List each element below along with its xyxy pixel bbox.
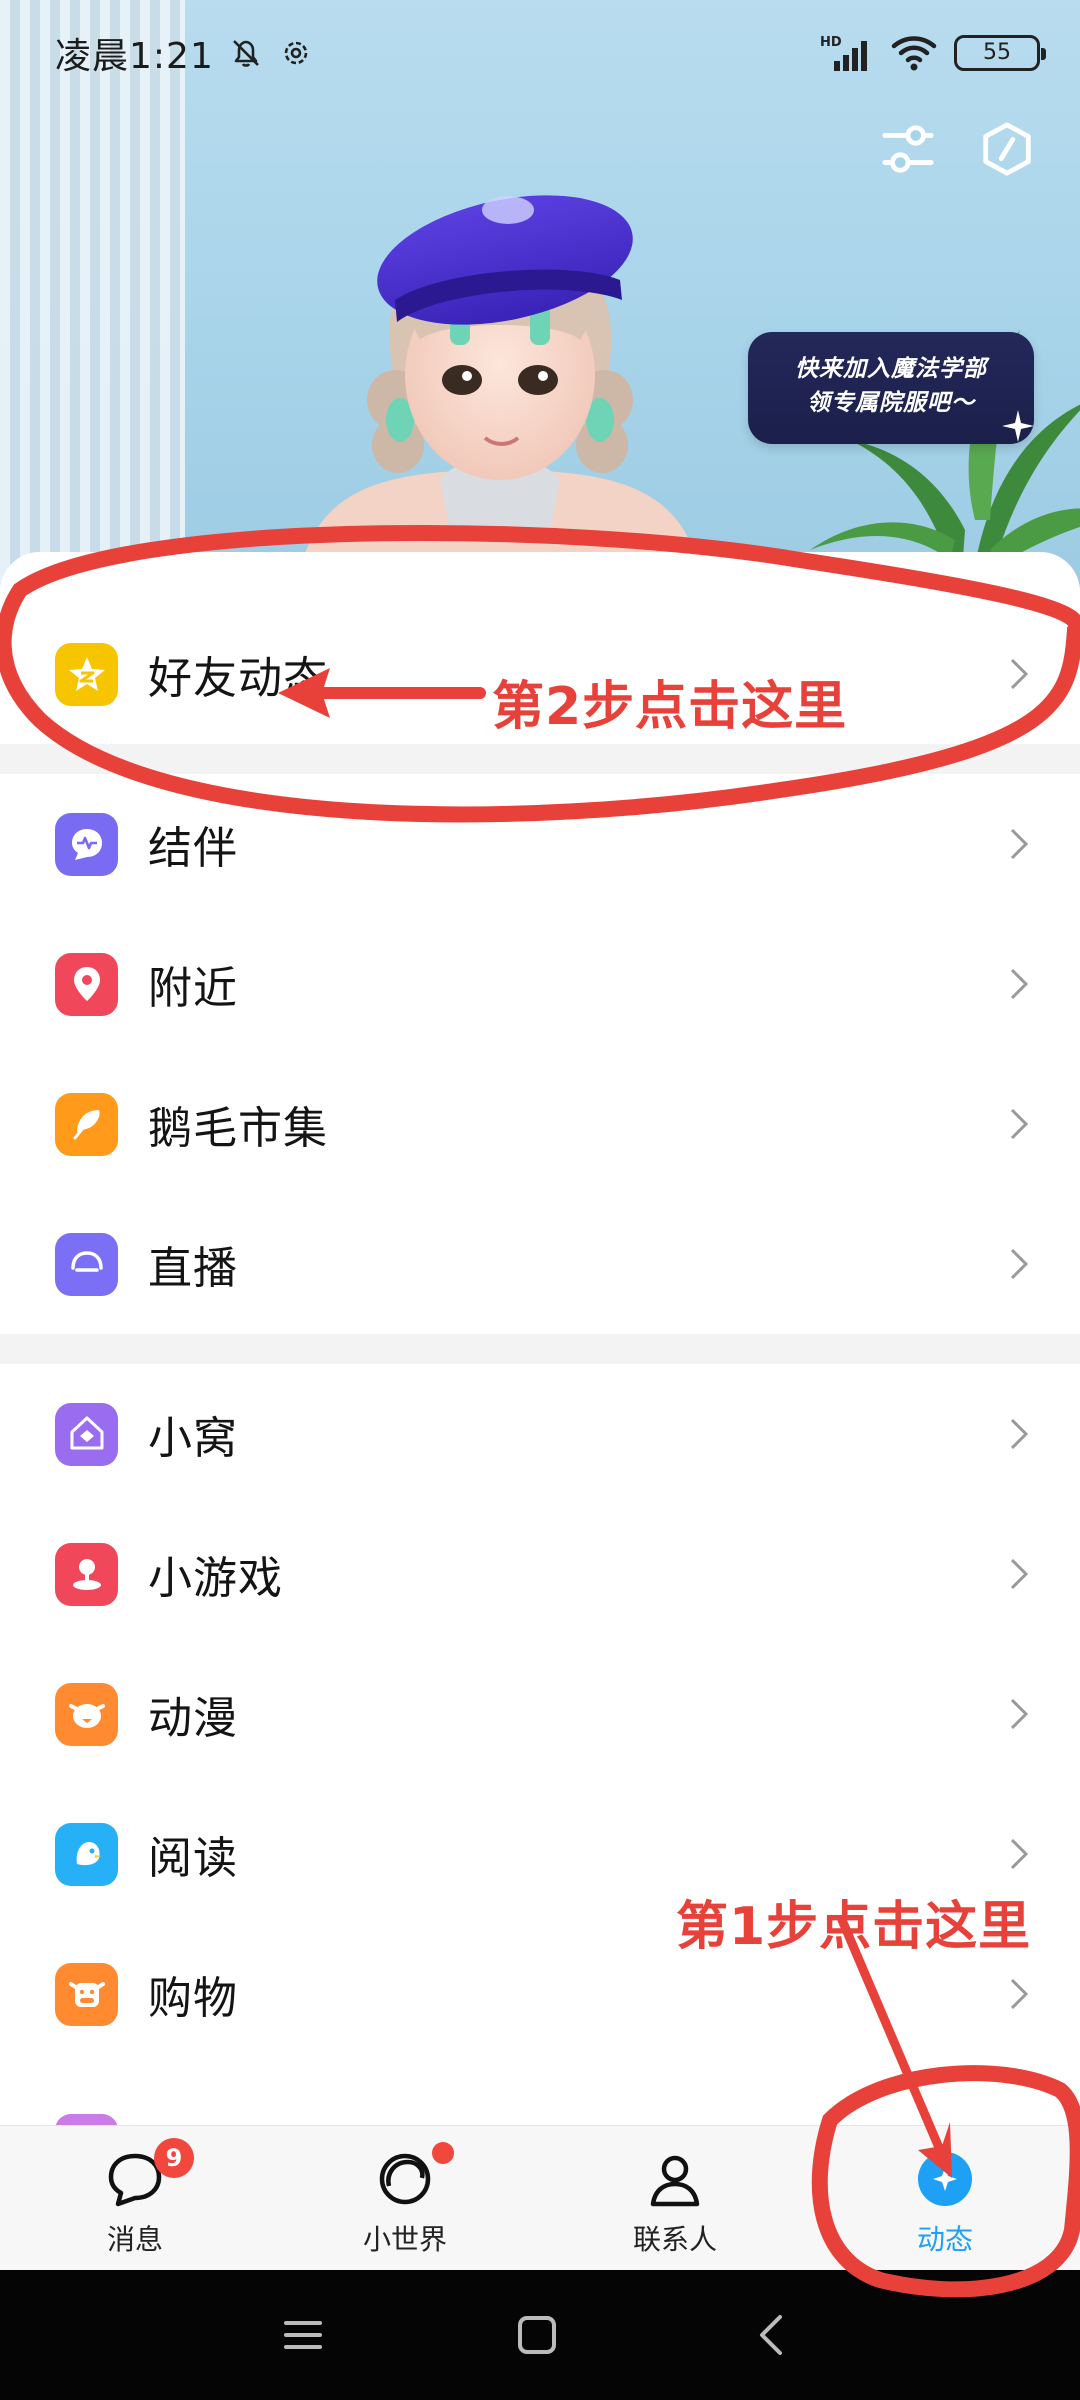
- menu-label: 小窝: [148, 1413, 238, 1464]
- nav-label: 消息: [106, 2223, 163, 2256]
- menu-row-market[interactable]: 鹅毛市集: [0, 1054, 1080, 1194]
- sliders-icon[interactable]: [877, 118, 939, 180]
- promo-line2: 领专属院服吧～: [807, 390, 975, 416]
- location-pin-icon: [55, 952, 118, 1016]
- menu-label: 购物: [148, 1973, 238, 2024]
- status-bar: 凌晨1:21 HD 55: [0, 0, 1080, 105]
- nav-label: 联系人: [632, 2223, 717, 2256]
- menu-row-nest[interactable]: 小窝: [0, 1364, 1080, 1504]
- chevron-right-icon: [1010, 1248, 1029, 1280]
- svg-text:HD: HD: [820, 35, 842, 50]
- chevron-right-icon: [1010, 1838, 1029, 1870]
- menu-row-anime[interactable]: 动漫: [0, 1644, 1080, 1784]
- promo-bubble[interactable]: 快来加入魔法学部 领专属院服吧～: [748, 332, 1034, 444]
- home-square-icon[interactable]: [512, 2310, 562, 2360]
- chevron-right-icon: [1010, 968, 1029, 1000]
- sparkle-icon: [1002, 410, 1034, 442]
- gear-icon: [284, 41, 308, 64]
- menu-label: 好友动态: [148, 653, 328, 704]
- menu-label: 阅读: [148, 1833, 238, 1884]
- reading-bird-icon: [55, 1822, 118, 1886]
- message-bubble-icon: 9: [104, 2138, 194, 2210]
- chevron-right-icon: [1010, 1978, 1029, 2010]
- annotation-step2-text: 第2步点击这里: [492, 677, 848, 737]
- pulse-chat-icon: [55, 812, 118, 876]
- bell-off-icon: [232, 39, 259, 67]
- signal-icon: HD: [820, 35, 867, 71]
- cow-face-icon: [55, 1962, 118, 2026]
- menu-label: 鹅毛市集: [148, 1103, 328, 1154]
- menu-row-minigame[interactable]: 小游戏: [0, 1504, 1080, 1644]
- feather-icon: [55, 1092, 118, 1156]
- star-circle-icon: [914, 2148, 976, 2210]
- menu-label: 结伴: [148, 823, 238, 874]
- live-dome-icon: [55, 1232, 118, 1296]
- new-dot: [432, 2142, 454, 2164]
- menu-label: 小游戏: [148, 1553, 283, 1604]
- menu-label: 动漫: [148, 1693, 238, 1744]
- status-time: 凌晨1:21: [55, 35, 214, 77]
- menu-row-live[interactable]: 直播: [0, 1194, 1080, 1334]
- avatar-character[interactable]: [300, 150, 700, 570]
- back-arrow-icon[interactable]: [748, 2310, 798, 2360]
- wifi-icon: [891, 35, 937, 70]
- menu-lines-icon[interactable]: [278, 2310, 328, 2360]
- home-cube-icon: [55, 1402, 118, 1466]
- menu-label: 直播: [148, 1243, 238, 1294]
- hero-banner[interactable]: 凌晨1:21 HD 55 快来加入魔法学部 领专属院服吧～: [0, 0, 1080, 600]
- nav-label: 动态: [916, 2223, 973, 2256]
- nav-small-world[interactable]: 小世界: [305, 2126, 505, 2271]
- chevron-right-icon: [1010, 1558, 1029, 1590]
- cartoon-face-icon: [55, 1682, 118, 1746]
- system-nav-bar: [0, 2270, 1080, 2400]
- promo-line1: 快来加入魔法学部: [795, 356, 987, 382]
- group-separator: [0, 744, 1080, 774]
- person-icon: [644, 2148, 706, 2210]
- partial-icon: [55, 2114, 118, 2125]
- group-separator: [0, 1334, 1080, 1364]
- chevron-right-icon: [1010, 1108, 1029, 1140]
- nav-messages[interactable]: 9 消息: [35, 2126, 235, 2271]
- unread-badge: 9: [154, 2138, 194, 2178]
- chevron-right-icon: [1010, 658, 1029, 690]
- qzone-star-icon: [55, 642, 118, 706]
- menu-row-partner[interactable]: 结伴: [0, 774, 1080, 914]
- menu-label: 附近: [148, 963, 238, 1014]
- bottom-nav: 9 消息 小世界 联系人 动态: [0, 2125, 1080, 2270]
- world-ring-icon: [374, 2142, 454, 2210]
- hexagon-icon[interactable]: [976, 118, 1038, 180]
- battery-level: 55: [983, 40, 1011, 65]
- nav-contacts[interactable]: 联系人: [575, 2126, 775, 2271]
- nav-label: 小世界: [362, 2223, 447, 2256]
- annotation-step1-text: 第1步点击这里: [676, 1897, 1032, 1957]
- nav-feed[interactable]: 动态: [845, 2126, 1045, 2271]
- chevron-right-icon: [1010, 828, 1029, 860]
- chevron-right-icon: [1010, 1698, 1029, 1730]
- battery-indicator: 55: [954, 34, 1046, 71]
- menu-row-nearby[interactable]: 附近: [0, 914, 1080, 1054]
- menu-row-partial[interactable]: [0, 2064, 1080, 2125]
- joystick-icon: [55, 1542, 118, 1606]
- chevron-right-icon: [1010, 1418, 1029, 1450]
